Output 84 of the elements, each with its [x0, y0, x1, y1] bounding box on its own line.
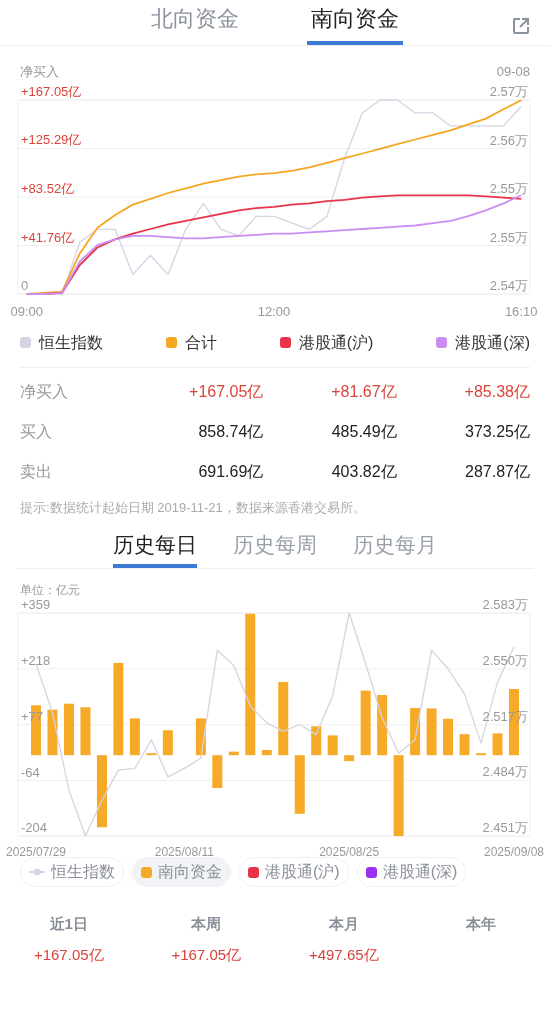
bar [162, 730, 173, 756]
axis-label: 2.583万 [482, 597, 528, 612]
axis-label: +83.52亿 [21, 180, 75, 196]
table-cell-text: 858.74亿 [197, 421, 264, 442]
table-cell-text: +167.05亿 [188, 381, 264, 402]
axis-label: 0 [21, 277, 29, 293]
bar [80, 707, 91, 756]
bar [129, 718, 140, 756]
axis-label: 2.55万 [489, 229, 528, 244]
tab[interactable]: 南向资金 [307, 2, 403, 45]
bar [195, 718, 206, 756]
axis-label: 2025/09/08 [483, 845, 545, 859]
axis-label: 2.56万 [489, 132, 528, 147]
axis-label: 2.484万 [482, 764, 528, 780]
axis-label: +218 [21, 652, 51, 668]
axis-label: 16:10 [504, 303, 538, 319]
axis-label: +41.76亿 [21, 229, 75, 244]
table-cell-text: +81.67亿 [330, 381, 397, 402]
axis-label: 2025/08/25 [319, 845, 380, 859]
axis-label: +359 [21, 597, 51, 612]
share-icon[interactable] [511, 16, 531, 36]
bar [360, 690, 371, 756]
legend-chip[interactable]: 南向资金 [132, 857, 231, 887]
unit-label: 单位：亿元 [19, 582, 81, 599]
bar [47, 709, 58, 756]
bar [146, 753, 157, 756]
axis-label: 09:00 [10, 303, 44, 319]
bar [377, 695, 388, 756]
tab[interactable]: 北向资金 [147, 2, 243, 45]
bar [410, 708, 421, 756]
axis-label: +167.05亿 [21, 83, 82, 99]
bar [426, 708, 437, 756]
axis-label: 2.550万 [482, 652, 528, 668]
bar [261, 750, 272, 756]
axis-label: 12:00 [257, 303, 291, 319]
bar [443, 718, 454, 756]
axis-label: 2.57万 [489, 83, 528, 99]
axis-label: +125.29亿 [21, 132, 82, 147]
bar [476, 753, 487, 756]
legend-label: 港股通(深) [455, 332, 530, 353]
summary-label: 本月 [328, 914, 359, 934]
axis-label: 2.451万 [482, 820, 528, 835]
axis-label: 2025/08/11 [154, 845, 214, 859]
note-text: 提示:数据统计起始日期 2019-11-21，数据来源香港交易所。 [19, 498, 367, 517]
bar [228, 751, 239, 756]
table-cell-text: 287.87亿 [464, 461, 530, 482]
bar [344, 755, 355, 762]
legend-label: 恒生指数 [39, 332, 103, 353]
table-cell-text: 691.69亿 [197, 461, 264, 482]
table-cell-text: 485.49亿 [330, 421, 397, 442]
table-cell-text: 403.82亿 [330, 461, 397, 482]
chart-date: 09-08 [496, 63, 530, 81]
bar [459, 734, 470, 756]
summary-value: +497.65亿 [308, 944, 379, 965]
bar [212, 755, 223, 789]
summary-label: 本周 [191, 914, 222, 934]
axis-label: 2.54万 [489, 277, 528, 293]
chart-label: 净买入 [20, 63, 59, 81]
table-cell-text: +85.38亿 [463, 381, 530, 402]
tab[interactable]: 历史每月 [353, 528, 437, 568]
axis-label: -64 [21, 764, 40, 780]
tab[interactable]: 历史每周 [233, 528, 317, 568]
bar [492, 733, 503, 756]
axis-label: 2025/07/29 [5, 845, 67, 859]
bar [63, 703, 74, 756]
summary-label: 本年 [466, 914, 497, 934]
bar [327, 735, 338, 756]
summary-value: +167.05亿 [171, 944, 242, 965]
table-cell-text: 373.25亿 [464, 421, 530, 442]
tab[interactable]: 历史每日 [113, 528, 197, 568]
row-label: 买入 [20, 421, 53, 442]
legend-chip[interactable]: 港股通(深) [356, 857, 467, 887]
axis-label: -204 [21, 820, 48, 835]
summary-label: 近1日 [49, 914, 88, 934]
summary-value: +167.05亿 [33, 944, 104, 965]
bar [294, 755, 305, 814]
legend-chip[interactable]: 恒生指数 [20, 857, 124, 887]
row-label: 卖出 [20, 461, 53, 482]
row-label: 净买入 [20, 381, 69, 402]
axis-label: 2.55万 [489, 180, 528, 196]
bar [311, 726, 322, 756]
legend-label: 港股通(沪) [298, 332, 374, 353]
legend-chip[interactable]: 港股通(沪) [239, 857, 349, 887]
legend-label: 合计 [184, 332, 217, 353]
